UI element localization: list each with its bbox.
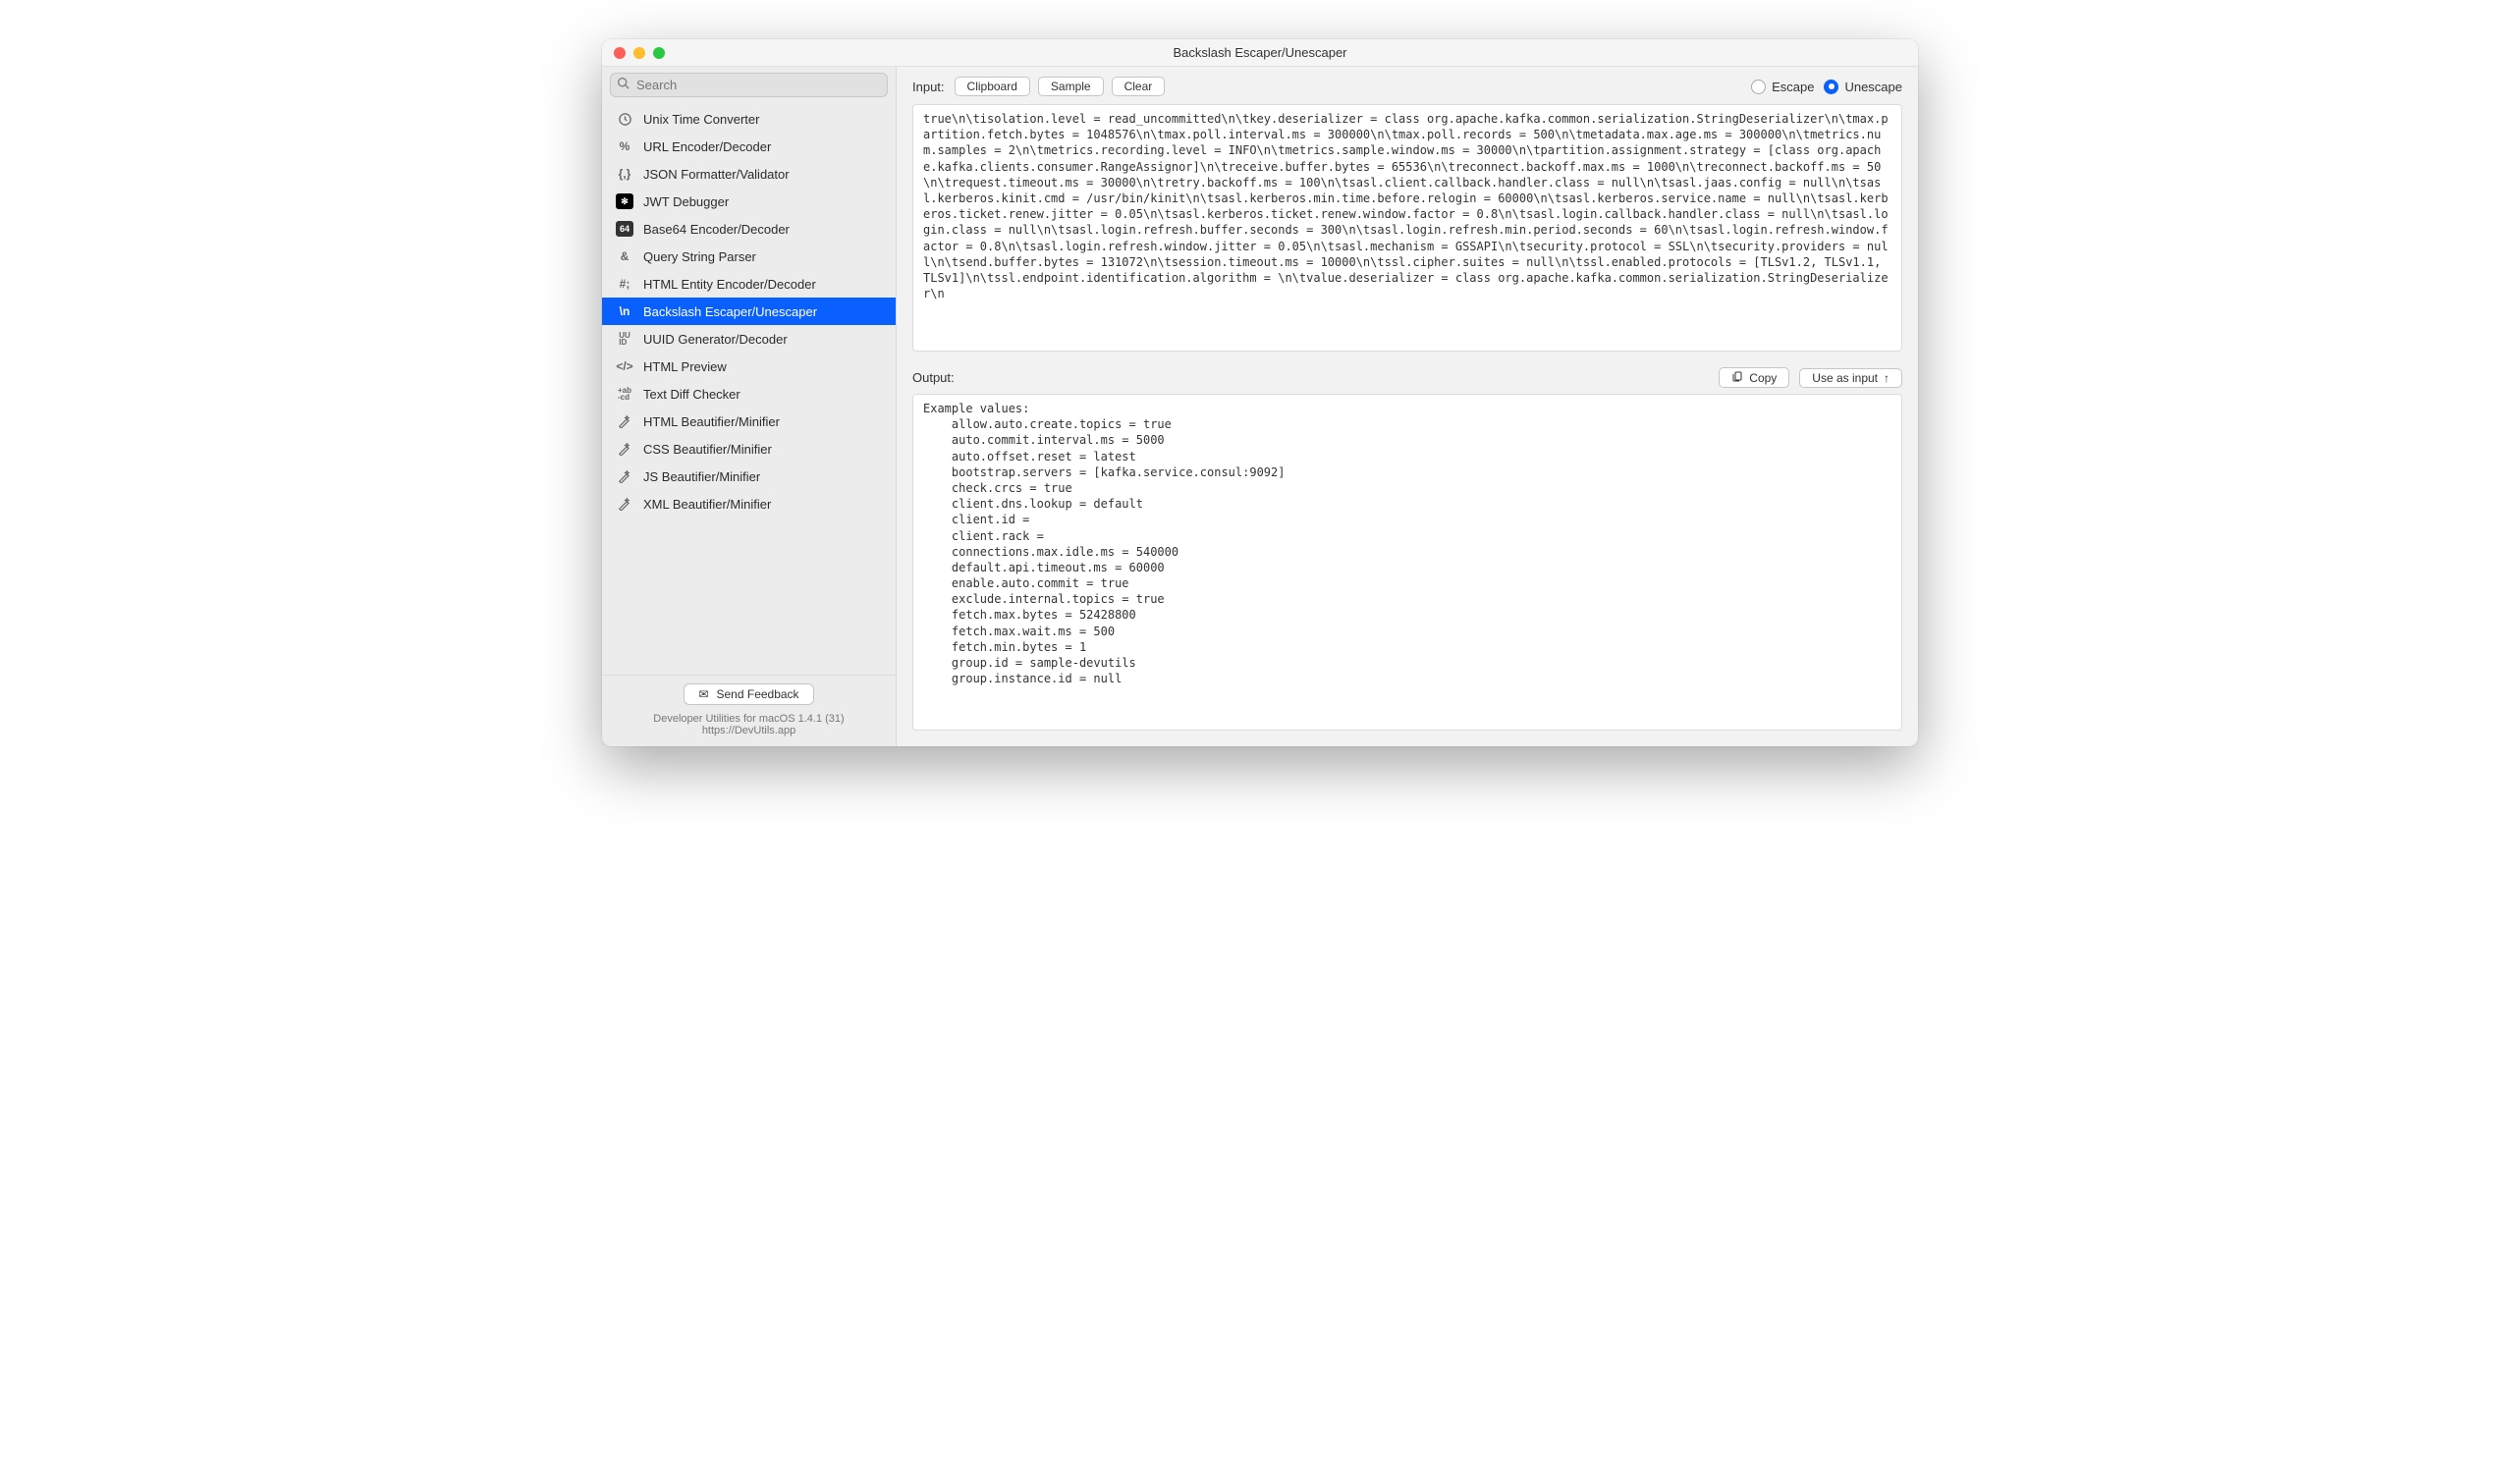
clear-button[interactable]: Clear bbox=[1112, 77, 1166, 96]
clipboard-icon bbox=[1731, 370, 1743, 385]
nav-item-label: JSON Formatter/Validator bbox=[643, 167, 790, 182]
window-title: Backslash Escaper/Unescaper bbox=[1173, 45, 1346, 60]
nav-item-label: Backslash Escaper/Unescaper bbox=[643, 304, 817, 319]
nav-unix-time-converter[interactable]: Unix Time Converter bbox=[602, 105, 896, 133]
use-as-input-button[interactable]: Use as input ↑ bbox=[1799, 368, 1902, 388]
unescape-label: Unescape bbox=[1844, 80, 1902, 94]
copy-label: Copy bbox=[1749, 371, 1777, 385]
copy-button[interactable]: Copy bbox=[1719, 367, 1789, 388]
nav-item-label: XML Beautifier/Minifier bbox=[643, 497, 771, 512]
input-toolbar: Input: Clipboard Sample Clear Escape Une… bbox=[897, 67, 1918, 104]
close-button[interactable] bbox=[614, 47, 626, 59]
nav-item-label: Text Diff Checker bbox=[643, 387, 740, 402]
unescape-radio[interactable]: Unescape bbox=[1824, 80, 1902, 94]
main-panel: Input: Clipboard Sample Clear Escape Une… bbox=[897, 67, 1918, 746]
arrow-up-icon: ↑ bbox=[1884, 371, 1890, 385]
nav-item-label: HTML Entity Encoder/Decoder bbox=[643, 277, 816, 292]
feedback-label: Send Feedback bbox=[717, 687, 799, 701]
wand-icon bbox=[616, 467, 633, 485]
percent-icon: % bbox=[616, 137, 633, 155]
app-version: Developer Utilities for macOS 1.4.1 (31) bbox=[602, 713, 896, 725]
radio-dot-unchecked-icon bbox=[1751, 80, 1766, 94]
wand-icon bbox=[616, 495, 633, 513]
nav-item-label: UUID Generator/Decoder bbox=[643, 332, 788, 347]
output-label: Output: bbox=[912, 370, 955, 385]
nav-item-label: JWT Debugger bbox=[643, 194, 729, 209]
input-textarea[interactable]: true\n\tisolation.level = read_uncommitt… bbox=[912, 104, 1902, 352]
nav-item-label: Base64 Encoder/Decoder bbox=[643, 222, 790, 237]
send-feedback-button[interactable]: ✉ Send Feedback bbox=[684, 683, 813, 705]
search-input[interactable] bbox=[610, 73, 888, 97]
output-textarea[interactable]: Example values: allow.auto.create.topics… bbox=[912, 394, 1902, 731]
nav-jwt-debugger[interactable]: ✻ JWT Debugger bbox=[602, 188, 896, 215]
diff-icon: +ab-cd bbox=[616, 385, 633, 403]
base64-icon: 64 bbox=[616, 220, 633, 238]
app-url: https://DevUtils.app bbox=[602, 725, 896, 736]
nav-js-beautifier[interactable]: JS Beautifier/Minifier bbox=[602, 463, 896, 490]
nav-xml-beautifier[interactable]: XML Beautifier/Minifier bbox=[602, 490, 896, 518]
nav-css-beautifier[interactable]: CSS Beautifier/Minifier bbox=[602, 435, 896, 463]
input-label: Input: bbox=[912, 80, 945, 94]
maximize-button[interactable] bbox=[653, 47, 665, 59]
tag-icon: </> bbox=[616, 357, 633, 375]
use-as-input-label: Use as input bbox=[1812, 371, 1878, 385]
output-toolbar: Output: Copy Use as input ↑ bbox=[897, 367, 1918, 394]
nav-item-label: HTML Beautifier/Minifier bbox=[643, 414, 780, 429]
sidebar-footer: ✉ Send Feedback Developer Utilities for … bbox=[602, 675, 896, 746]
sidebar: Unix Time Converter % URL Encoder/Decode… bbox=[602, 67, 897, 746]
nav-backslash-escaper[interactable]: \n Backslash Escaper/Unescaper bbox=[602, 298, 896, 325]
nav-item-label: Query String Parser bbox=[643, 249, 756, 264]
escape-radio[interactable]: Escape bbox=[1751, 80, 1814, 94]
nav-item-label: URL Encoder/Decoder bbox=[643, 139, 771, 154]
nav-text-diff[interactable]: +ab-cd Text Diff Checker bbox=[602, 380, 896, 408]
nav-html-beautifier[interactable]: HTML Beautifier/Minifier bbox=[602, 408, 896, 435]
mail-icon: ✉ bbox=[698, 687, 708, 701]
wand-icon bbox=[616, 440, 633, 458]
nav-item-label: JS Beautifier/Minifier bbox=[643, 469, 760, 484]
nav-item-label: Unix Time Converter bbox=[643, 112, 759, 127]
nav-base64[interactable]: 64 Base64 Encoder/Decoder bbox=[602, 215, 896, 243]
titlebar: Backslash Escaper/Unescaper bbox=[602, 39, 1918, 67]
nav-item-label: CSS Beautifier/Minifier bbox=[643, 442, 772, 457]
radio-dot-checked-icon bbox=[1824, 80, 1838, 94]
backslash-n-icon: \n bbox=[616, 302, 633, 320]
nav-html-entity[interactable]: #; HTML Entity Encoder/Decoder bbox=[602, 270, 896, 298]
wand-icon bbox=[616, 412, 633, 430]
nav-list: Unix Time Converter % URL Encoder/Decode… bbox=[602, 103, 896, 675]
traffic-lights bbox=[614, 47, 665, 59]
nav-uuid-generator[interactable]: UUID UUID Generator/Decoder bbox=[602, 325, 896, 353]
nav-url-encoder[interactable]: % URL Encoder/Decoder bbox=[602, 133, 896, 160]
nav-html-preview[interactable]: </> HTML Preview bbox=[602, 353, 896, 380]
clipboard-button[interactable]: Clipboard bbox=[955, 77, 1030, 96]
jwt-icon: ✻ bbox=[616, 192, 633, 210]
uuid-icon: UUID bbox=[616, 330, 633, 348]
braces-icon: {,} bbox=[616, 165, 633, 183]
nav-json-formatter[interactable]: {,} JSON Formatter/Validator bbox=[602, 160, 896, 188]
escape-label: Escape bbox=[1772, 80, 1814, 94]
app-window: Backslash Escaper/Unescaper Unix Time Co… bbox=[602, 39, 1918, 746]
ampersand-icon: & bbox=[616, 247, 633, 265]
sample-button[interactable]: Sample bbox=[1038, 77, 1104, 96]
clock-icon bbox=[616, 110, 633, 128]
nav-item-label: HTML Preview bbox=[643, 359, 727, 374]
nav-query-string[interactable]: & Query String Parser bbox=[602, 243, 896, 270]
hash-semicolon-icon: #; bbox=[616, 275, 633, 293]
minimize-button[interactable] bbox=[633, 47, 645, 59]
